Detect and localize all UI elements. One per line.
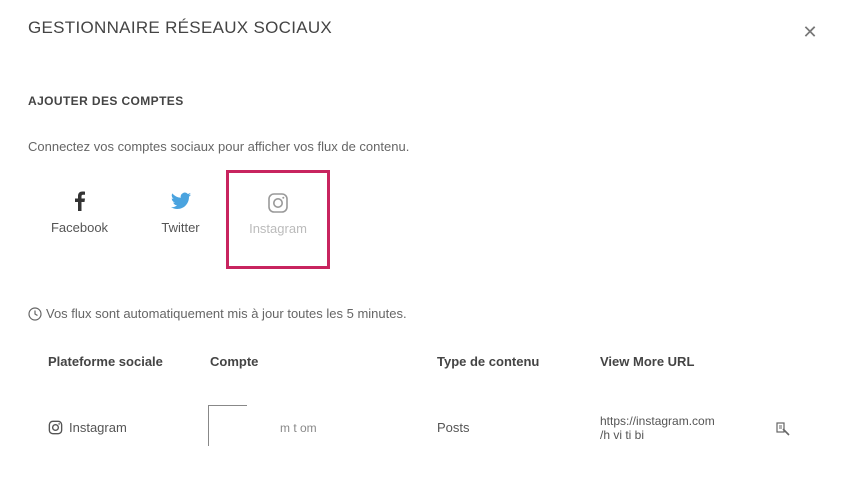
row-url-line2: /h vi ti bi [600, 428, 645, 442]
account-avatar [208, 405, 247, 446]
edit-url-icon[interactable] [775, 421, 791, 437]
instagram-icon [48, 420, 63, 435]
facebook-label: Facebook [50, 220, 109, 235]
row-account-name: m t om [280, 421, 317, 435]
clock-icon [28, 306, 42, 321]
header-content-type: Type de contenu [437, 354, 540, 369]
twitter-button[interactable]: Twitter [128, 170, 233, 270]
instagram-icon [268, 193, 288, 213]
twitter-label: Twitter [161, 220, 200, 235]
modal-title: GESTIONNAIRE RÉSEAUX SOCIAUX [28, 18, 333, 37]
add-accounts-heading: AJOUTER DES COMPTES [28, 94, 184, 108]
add-accounts-intro: Connectez vos comptes sociaux pour affic… [28, 139, 410, 154]
close-icon[interactable]: ✕ [800, 22, 820, 42]
table-row-platform: Instagram [48, 420, 127, 435]
instagram-button[interactable]: Instagram [226, 170, 330, 269]
update-info-text: Vos flux sont automatiquement mis à jour… [46, 306, 407, 321]
instagram-label: Instagram [249, 221, 307, 236]
header-view-more-url: View More URL [600, 354, 695, 369]
header-account: Compte [210, 354, 259, 369]
row-account: m t om [208, 405, 408, 447]
row-url: https://instagram.com /h vi ti bi [600, 414, 760, 442]
row-url-line1: https://instagram.com [600, 414, 715, 428]
header-platform: Plateforme sociale [48, 354, 163, 369]
row-platform-label: Instagram [69, 420, 127, 435]
update-info: Vos flux sont automatiquement mis à jour… [28, 306, 407, 321]
row-content-type: Posts [437, 420, 470, 435]
facebook-button[interactable]: Facebook [27, 170, 132, 270]
twitter-icon [170, 192, 191, 209]
facebook-icon [74, 191, 85, 211]
